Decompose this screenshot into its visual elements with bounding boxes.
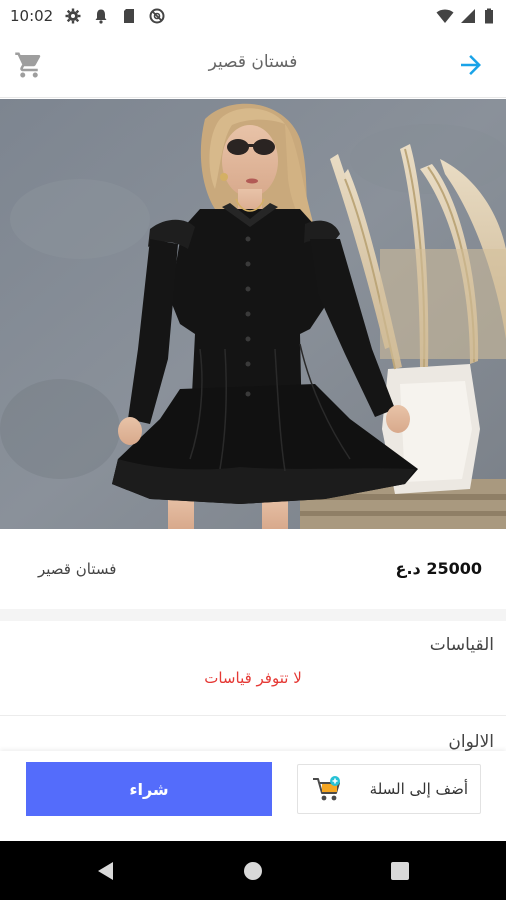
colors-section: الالوان — [0, 716, 506, 756]
nav-back-icon — [98, 862, 113, 880]
nav-recents-icon — [391, 862, 409, 880]
nav-home-button[interactable] — [241, 859, 265, 883]
product-price: 25000 د.ع — [395, 559, 482, 578]
buy-button[interactable]: شراء — [26, 762, 272, 816]
product-image[interactable] — [0, 99, 506, 529]
status-bar: 10:02 — [0, 0, 506, 32]
product-name: فستان قصير — [38, 560, 117, 578]
back-button[interactable] — [456, 50, 486, 80]
product-photo — [0, 99, 506, 529]
action-bar: شراء أضف إلى السلة — [0, 751, 506, 841]
notification-icon — [93, 8, 109, 24]
status-right — [436, 8, 494, 24]
no-data-icon — [149, 8, 165, 24]
settings-icon — [65, 8, 81, 24]
section-divider — [0, 609, 506, 621]
sd-card-icon — [121, 8, 137, 24]
sizes-section: القياسات لا تتوفر قياسات — [0, 621, 506, 716]
add-to-cart-icon — [312, 775, 342, 803]
no-sizes-message: لا تتوفر قياسات — [204, 669, 302, 687]
signal-icon — [460, 8, 476, 24]
sizes-title: القياسات — [429, 635, 494, 655]
add-to-cart-label: أضف إلى السلة — [369, 780, 468, 798]
status-time: 10:02 — [10, 7, 54, 25]
add-to-cart-button[interactable]: أضف إلى السلة — [297, 764, 481, 814]
product-info-row: فستان قصير 25000 د.ع — [0, 529, 506, 609]
battery-icon — [484, 8, 494, 24]
wifi-icon — [436, 8, 454, 24]
app-bar: فستان قصير — [0, 32, 506, 98]
nav-recents-button[interactable] — [388, 859, 412, 883]
nav-back-button[interactable] — [94, 859, 118, 883]
arrow-right-icon — [461, 55, 481, 75]
colors-title: الالوان — [448, 732, 494, 752]
system-nav-bar — [0, 841, 506, 900]
status-left: 10:02 — [10, 7, 165, 25]
nav-home-icon — [244, 862, 262, 880]
page-title: فستان قصير — [208, 52, 298, 72]
